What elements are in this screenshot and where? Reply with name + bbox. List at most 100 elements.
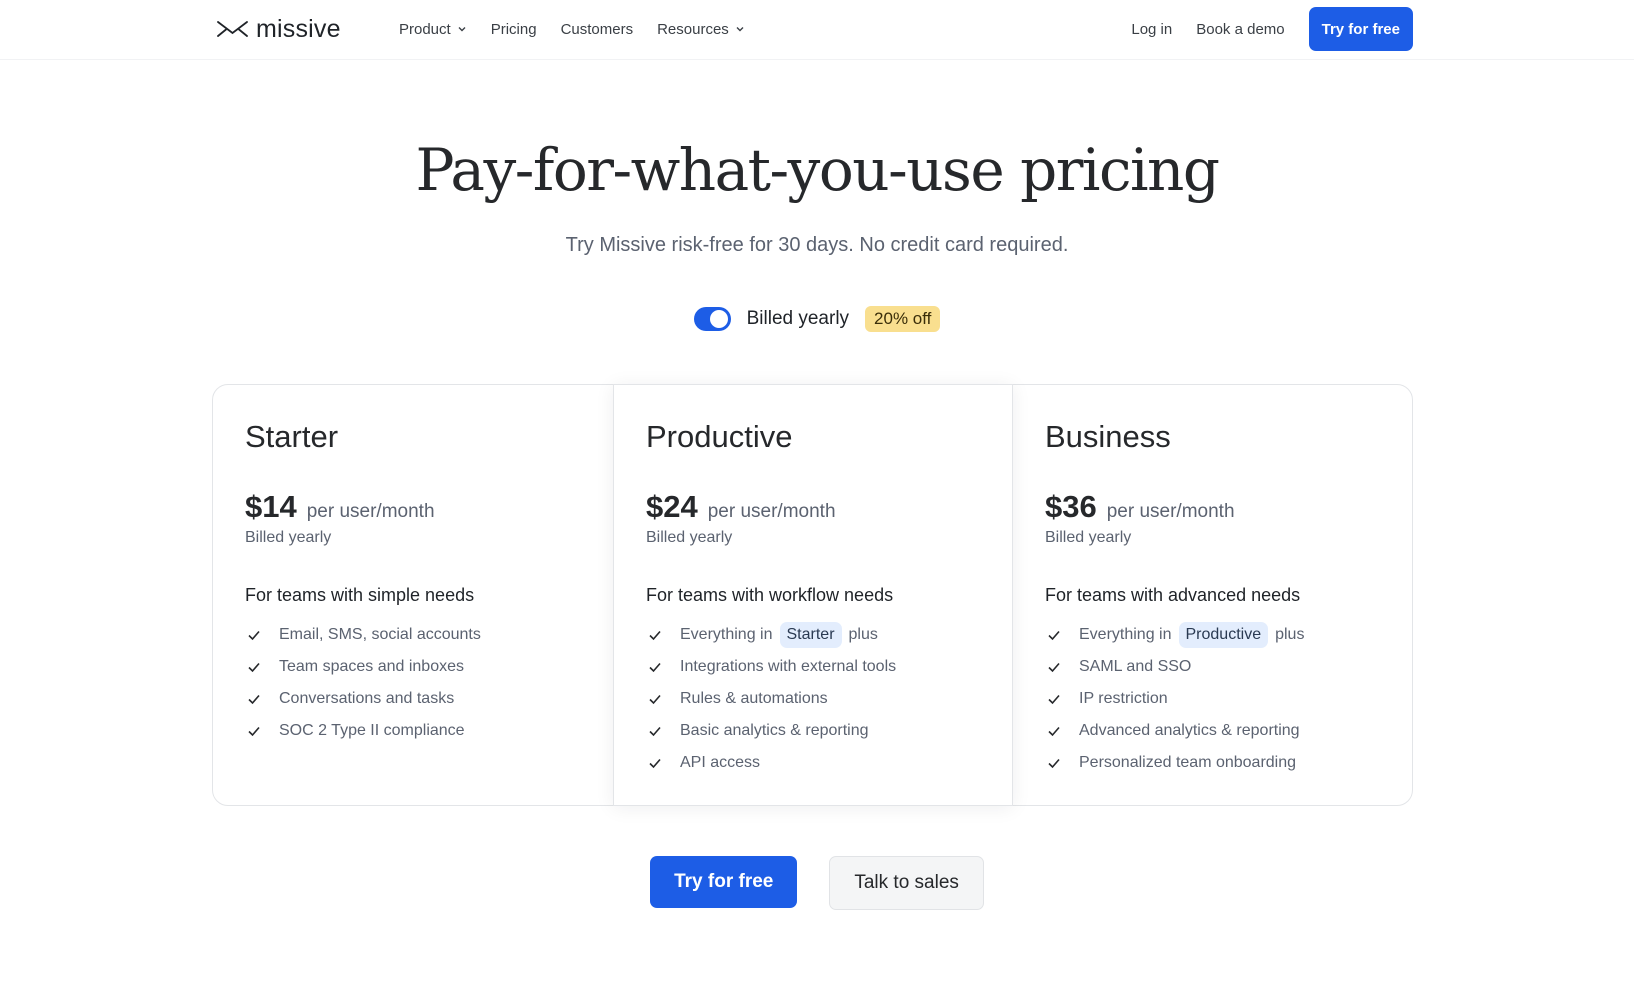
nav-try-free-button[interactable]: Try for free [1308,7,1413,51]
check-icon [248,694,260,705]
plan-tagline: For teams with workflow needs [646,585,894,605]
price-row: $36 per user/month [1045,489,1235,525]
feature-text: Rules & automations [680,690,828,707]
feature-item-includes: Everything in Starter plus [646,619,896,651]
feature-text: Basic analytics & reporting [680,722,869,739]
feature-text: Personalized team onboarding [1079,754,1297,771]
page-title: Pay-for-what-you-use pricing [415,136,1221,204]
feature-item: SOC 2 Type II compliance [245,715,481,747]
missive-logo[interactable]: missive [217,14,341,44]
chevron-down-icon [736,27,744,32]
discount-badge: 20% off [865,306,941,332]
missive-logo-icon [217,21,248,37]
toggle-knob [709,310,728,328]
login-link[interactable]: Log in [1131,21,1172,38]
plan-card-starter: Starter $14 per user/month Billed yearly… [213,385,613,805]
top-nav: missive Product Pricing Customers Resour… [0,0,1634,60]
feature-item: Personalized team onboarding [1045,747,1304,779]
nav-pricing-label: Pricing [490,20,537,38]
plan-price: $36 [1045,489,1097,524]
feature-text: SOC 2 Type II compliance [279,722,465,739]
feature-text: Team spaces and inboxes [279,658,464,675]
book-demo-link[interactable]: Book a demo [1196,21,1284,38]
check-icon [1048,694,1060,705]
feature-list: Email, SMS, social accounts Team spaces … [245,619,481,747]
check-icon [1048,758,1060,769]
includes-suffix: plus [848,626,878,643]
included-plan-pill: Productive [1178,622,1269,648]
plan-card-business: Business $36 per user/month Billed yearl… [1013,385,1413,805]
feature-item: Rules & automations [646,683,896,715]
billing-note: Billed yearly [646,529,733,546]
feature-text: Conversations and tasks [279,690,455,707]
billing-label: Billed yearly [746,308,850,329]
feature-item: IP restriction [1045,683,1304,715]
nav-actions: Log in Book a demo Try for free [1131,7,1413,51]
plan-name: Business [1045,419,1171,454]
check-icon [649,726,661,737]
feature-text: Integrations with external tools [680,658,897,675]
billing-note: Billed yearly [1045,529,1132,546]
page-subtitle: Try Missive risk-free for 30 days. No cr… [565,234,1069,256]
plan-tagline: For teams with advanced needs [1045,585,1301,605]
feature-text: API access [680,754,761,771]
nav-resources-label: Resources [657,20,729,38]
billing-note: Billed yearly [245,529,332,546]
logo-text: missive [256,14,341,43]
feature-item: Basic analytics & reporting [646,715,896,747]
feature-item: Integrations with external tools [646,651,896,683]
nav-customers-label: Customers [560,20,634,38]
feature-list: Everything in Productive plus SAML and S… [1045,619,1304,779]
nav-resources[interactable]: Resources [657,18,745,40]
feature-item: Conversations and tasks [245,683,481,715]
feature-text: Email, SMS, social accounts [279,626,481,643]
talk-to-sales-button[interactable]: Talk to sales [829,856,984,910]
plan-price: $24 [646,489,698,524]
feature-text: IP restriction [1079,690,1168,707]
check-icon [248,630,260,641]
price-row: $24 per user/month [646,489,836,525]
feature-item: API access [646,747,896,779]
check-icon [649,630,661,641]
price-unit: per user/month [306,501,435,522]
included-plan-pill: Starter [779,622,842,648]
includes-prefix: Everything in [1079,626,1172,643]
check-icon [1048,630,1060,641]
check-icon [1048,726,1060,737]
check-icon [649,694,661,705]
feature-item: SAML and SSO [1045,651,1304,683]
feature-item: Team spaces and inboxes [245,651,481,683]
check-icon [1048,662,1060,673]
feature-item-includes: Everything in Productive plus [1045,619,1304,651]
check-icon [248,662,260,673]
nav-product-label: Product [399,20,451,38]
price-unit: per user/month [707,501,836,522]
main-nav-links: Product Pricing Customers Resources [399,18,769,40]
nav-customers[interactable]: Customers [561,18,634,40]
feature-item: Email, SMS, social accounts [245,619,481,651]
check-icon [248,726,260,737]
plan-name: Starter [245,419,339,454]
nav-pricing[interactable]: Pricing [491,18,537,40]
cta-row: Try for free Talk to sales [0,856,1634,910]
billing-toggle-row: Billed yearly 20% off [0,306,1634,332]
plan-tagline: For teams with simple needs [245,585,475,605]
includes-suffix: plus [1275,626,1305,643]
chevron-down-icon [458,27,466,32]
check-icon [649,758,661,769]
nav-product[interactable]: Product [399,18,467,40]
pricing-cards: Starter $14 per user/month Billed yearly… [212,384,1413,806]
includes-prefix: Everything in [680,626,773,643]
feature-list: Everything in Starter plus Integrations … [646,619,896,779]
feature-text: SAML and SSO [1079,658,1192,675]
check-icon [649,662,661,673]
feature-text: Advanced analytics & reporting [1079,722,1300,739]
try-for-free-button[interactable]: Try for free [650,856,798,908]
billing-toggle[interactable] [693,307,731,331]
plan-price: $14 [245,489,297,524]
plan-name: Productive [646,419,793,454]
price-unit: per user/month [1106,501,1235,522]
plan-card-productive: Productive $24 per user/month Billed yea… [613,384,1013,806]
price-row: $14 per user/month [245,489,435,525]
feature-item: Advanced analytics & reporting [1045,715,1304,747]
